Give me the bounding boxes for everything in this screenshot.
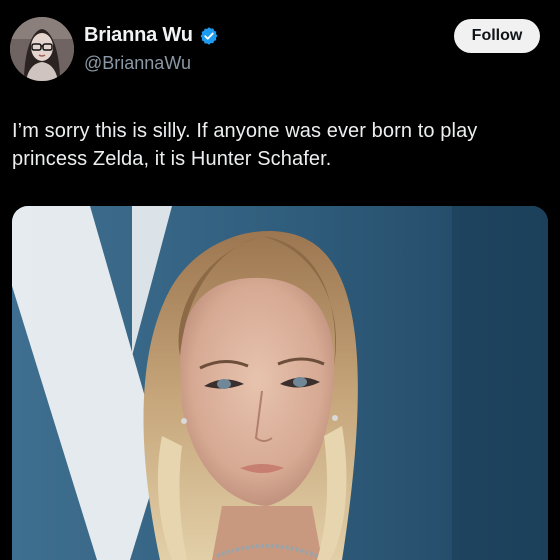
follow-button[interactable]: Follow bbox=[454, 19, 540, 53]
profile-photo-icon bbox=[10, 17, 74, 81]
photo-portrait-icon bbox=[12, 206, 548, 560]
author-name-row: Brianna Wu bbox=[84, 24, 219, 47]
tweet-media-photo[interactable] bbox=[12, 206, 548, 560]
tweet-text: I’m sorry this is silly. If anyone was e… bbox=[12, 120, 478, 170]
author-display-name[interactable]: Brianna Wu bbox=[84, 24, 193, 47]
tweet-card: Brianna Wu @BriannaWu Follow I’m sorry t… bbox=[0, 0, 560, 560]
author-avatar[interactable] bbox=[10, 17, 74, 81]
verified-badge-icon bbox=[199, 26, 219, 46]
author-handle[interactable]: @BriannaWu bbox=[84, 53, 191, 74]
